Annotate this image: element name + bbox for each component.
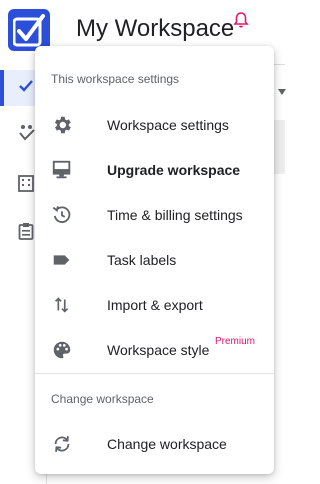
label-icon <box>53 255 70 265</box>
menu-divider <box>35 373 274 374</box>
menu-item-task-labels[interactable]: Task labels <box>35 238 274 282</box>
menu-item-label: Time & billing settings <box>107 207 243 223</box>
menu-item-label: Workspace style <box>107 342 210 358</box>
workspace-menu: This workspace settings Workspace settin… <box>35 46 274 474</box>
check-icon <box>19 80 33 92</box>
monitor-icon <box>52 160 71 179</box>
clock-refresh-icon <box>52 206 71 223</box>
caret-down-icon[interactable] <box>278 88 286 96</box>
menu-item-time-billing-settings[interactable]: Time & billing settings <box>35 193 274 237</box>
section-header-workspace-settings: This workspace settings <box>51 72 180 86</box>
app-logo[interactable] <box>8 9 50 51</box>
clipboard-icon <box>18 223 34 240</box>
menu-item-label: Workspace settings <box>107 117 229 133</box>
section-header-change-workspace: Change workspace <box>51 392 154 406</box>
notification-bell-icon[interactable] <box>233 11 249 29</box>
menu-item-upgrade-workspace[interactable]: Upgrade workspace <box>35 148 274 192</box>
menu-item-label: Change workspace <box>107 436 227 452</box>
checkmark-icon <box>13 14 45 47</box>
gear-icon <box>54 116 71 134</box>
menu-item-label: Upgrade workspace <box>107 162 241 178</box>
people-check-icon <box>19 125 35 141</box>
menu-item-workspace-style[interactable]: Workspace style Premium <box>35 328 274 372</box>
workspace-title[interactable]: My Workspace <box>76 15 234 43</box>
menu-item-import-export[interactable]: Import & export <box>35 283 274 327</box>
premium-badge: Premium <box>215 336 256 347</box>
building-icon <box>18 175 34 192</box>
menu-item-workspace-settings[interactable]: Workspace settings <box>35 103 274 147</box>
swap-vertical-icon <box>54 297 69 313</box>
menu-item-label: Task labels <box>107 252 177 268</box>
menu-item-change-workspace[interactable]: Change workspace <box>35 422 274 466</box>
sync-icon <box>54 436 70 452</box>
palette-icon <box>53 341 71 359</box>
menu-item-label: Import & export <box>107 297 203 313</box>
